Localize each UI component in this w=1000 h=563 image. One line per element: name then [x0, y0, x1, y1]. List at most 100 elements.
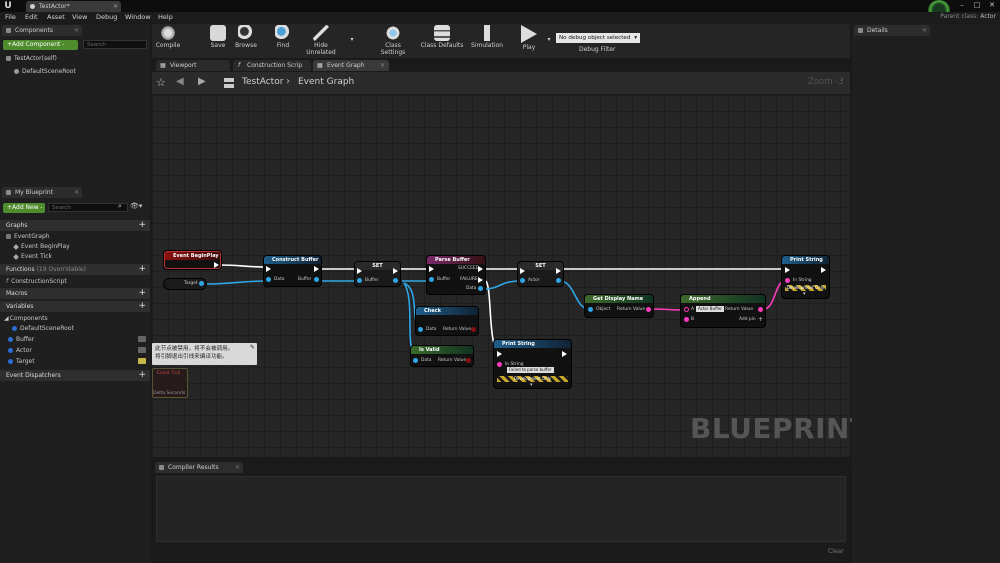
add-pin-plus-icon[interactable]: +	[758, 316, 763, 323]
exec-in-pin[interactable]	[520, 268, 525, 274]
expand-arrow-icon[interactable]: ▾	[530, 382, 533, 388]
details-icon	[858, 28, 863, 33]
pin-data-label: Data	[426, 327, 437, 332]
node-append-title: Append	[681, 295, 765, 303]
pin-buffer-label: Buffer	[437, 277, 451, 282]
exec-out-pin[interactable]	[314, 266, 319, 272]
exec-out-pin[interactable]	[821, 267, 826, 273]
expand-arrow-icon[interactable]: ▾	[803, 291, 806, 297]
disabled-node-tooltip: 此节点被禁用，将不会被调用。 将引脚退出引线来编译功能。 ✎	[152, 343, 257, 365]
close-details-icon[interactable]: ✕	[922, 25, 927, 36]
pin-buffer-label: Buffer	[298, 277, 312, 282]
pin-object-label: Object	[596, 307, 611, 312]
exec-out-pin[interactable]	[562, 351, 567, 357]
pin-return-value-label: Return Value	[438, 358, 467, 363]
in-string-value-field[interactable]: Failed to parse buffer	[507, 367, 554, 373]
close-compiler-results-icon[interactable]: ✕	[235, 462, 240, 473]
blueprint-editor-window: U TestActor* ✕ – □ ✕ File Edit Asset Vie…	[0, 0, 1000, 563]
pin-tooltip-icon[interactable]: ✎	[250, 344, 255, 352]
exec-in-pin[interactable]	[785, 267, 790, 273]
exec-out-pin[interactable]	[393, 268, 398, 274]
tooltip-line-1: 此节点被禁用，将不会被调用。	[155, 346, 234, 352]
node-is-valid[interactable]: Is Valid Data Return Value	[411, 346, 473, 366]
exec-in-pin[interactable]	[357, 268, 362, 274]
clear-button[interactable]: Clear	[828, 548, 844, 555]
node-construct-buffer-title: Construct Buffer	[264, 256, 321, 264]
disabled-node-title: Event Tick	[157, 371, 181, 376]
node-print-string-title: Print String	[782, 256, 829, 264]
compiler-results-log[interactable]	[156, 476, 846, 542]
exec-out-pin[interactable]	[214, 262, 219, 268]
in-string-pin[interactable]	[785, 278, 790, 283]
a-value-field[interactable]: Actor Buffer	[696, 306, 724, 312]
succeed-exec-pin[interactable]	[478, 266, 483, 272]
pin-in-string-label: In String	[793, 278, 812, 283]
exec-out-pin[interactable]	[556, 268, 561, 274]
actor-out-pin[interactable]	[556, 278, 561, 283]
return-value-out-pin[interactable]	[646, 307, 651, 312]
node-is-valid-title: Is Valid	[411, 346, 473, 354]
node-check[interactable]: Check Data Return Value	[416, 307, 478, 335]
node-event-begin-play-title: Event BeginPlay	[165, 252, 220, 260]
tooltip-line-2: 将引脚退出引线来编译功能。	[155, 354, 228, 360]
in-string-pin[interactable]	[497, 362, 502, 367]
node-target-getter[interactable]: Target	[164, 279, 206, 289]
compiler-results-icon	[159, 465, 164, 470]
buffer-in-pin[interactable]	[357, 278, 362, 283]
pin-data-label: Data	[274, 277, 285, 282]
return-value-out-pin[interactable]	[466, 358, 471, 363]
pin-return-value-label: Return Value	[443, 327, 472, 332]
node-check-title: Check	[416, 307, 478, 315]
a-in-pin[interactable]	[684, 307, 689, 312]
pin-data-label: Data	[421, 358, 432, 363]
return-value-out-pin[interactable]	[471, 327, 476, 332]
exec-in-pin[interactable]	[497, 351, 502, 357]
buffer-out-pin[interactable]	[393, 278, 398, 283]
node-print-string-fail[interactable]: Print String In String Failed to parse b…	[494, 340, 571, 388]
node-get-display-name-title: Get Display Name	[585, 295, 653, 303]
node-parse-buffer-title: Parse Buffer	[427, 256, 485, 264]
actor-in-pin[interactable]	[520, 278, 525, 283]
buffer-in-pin[interactable]	[429, 277, 434, 282]
data-in-pin[interactable]	[266, 277, 271, 282]
exec-in-pin[interactable]	[266, 266, 271, 272]
pin-succeed-label: SUCCEED	[458, 266, 480, 271]
node-print-string-fail-title: Print String	[494, 340, 571, 348]
exec-wire	[220, 264, 267, 268]
object-in-pin[interactable]	[588, 307, 593, 312]
add-pin-button[interactable]: Add pin	[739, 317, 756, 322]
pin-failure-label: FAILURE	[460, 277, 478, 282]
pin-actor-label: Actor	[528, 278, 540, 283]
node-parse-buffer[interactable]: Parse Buffer SUCCEED Buffer FAILURE Data	[427, 256, 485, 294]
pin-return-value-label: Return Value	[617, 307, 646, 312]
node-print-string[interactable]: Print String In String Development Only …	[782, 256, 829, 298]
pin-data-label: Data	[466, 286, 477, 291]
node-append[interactable]: Append A Actor Buffer Return Value B Add…	[681, 295, 765, 327]
pin-buffer-label: Buffer	[365, 278, 379, 283]
data-out-pin[interactable]	[478, 286, 483, 291]
buffer-out-pin[interactable]	[314, 277, 319, 282]
node-set-buffer[interactable]: SET Buffer	[355, 262, 400, 286]
node-event-begin-play[interactable]: Event BeginPlay	[164, 251, 221, 269]
node-set-actor[interactable]: SET Actor	[518, 262, 563, 286]
data-in-pin[interactable]	[413, 358, 418, 363]
compiler-results-tab[interactable]: Compiler Results ✕	[155, 462, 243, 473]
object-wire	[483, 280, 521, 290]
compiler-results-tab-label: Compiler Results	[168, 464, 219, 471]
target-getter-label: Target	[184, 281, 198, 286]
data-in-pin[interactable]	[418, 327, 423, 332]
object-wire	[205, 280, 267, 285]
pin-a-label: A	[691, 307, 695, 312]
target-out-pin[interactable]	[199, 281, 204, 286]
return-value-out-pin[interactable]	[758, 307, 763, 312]
node-get-display-name[interactable]: Get Display Name Object Return Value	[585, 295, 653, 317]
disabled-node-pin: Delta Seconds	[153, 391, 186, 396]
details-tab-label: Details	[867, 27, 888, 34]
failure-exec-pin[interactable]	[478, 277, 483, 283]
node-construct-buffer[interactable]: Construct Buffer Data Buffer	[264, 256, 321, 286]
details-tab[interactable]: Details ✕	[854, 25, 930, 36]
pin-return-value-label: Return Value	[725, 307, 754, 312]
b-in-pin[interactable]	[684, 317, 689, 322]
pin-b-label: B	[691, 317, 695, 322]
exec-in-pin[interactable]	[429, 266, 434, 272]
